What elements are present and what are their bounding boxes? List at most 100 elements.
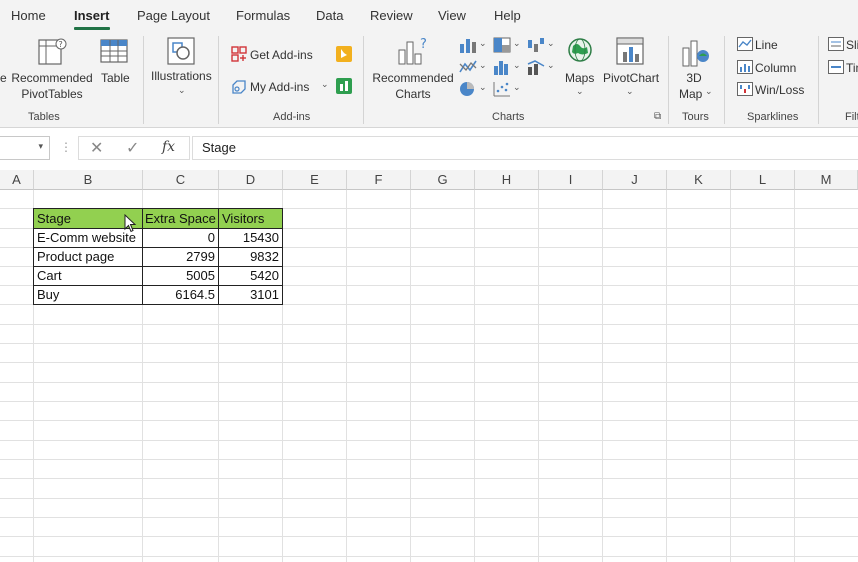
tab-insert[interactable]: Insert: [74, 8, 109, 23]
tab-data[interactable]: Data: [316, 8, 343, 23]
column-header-k[interactable]: K: [667, 170, 731, 190]
gridline: [0, 536, 858, 537]
formula-input[interactable]: Stage: [192, 136, 858, 160]
border-line: [282, 208, 283, 305]
chevron-down-icon[interactable]: ⌄: [513, 38, 521, 49]
chevron-down-icon[interactable]: ⌄: [479, 60, 487, 71]
column-header-c[interactable]: C: [143, 170, 219, 190]
cancel-icon[interactable]: ✕: [90, 138, 103, 158]
ribbon-fragment: e: [0, 71, 7, 85]
line-chart-icon[interactable]: [458, 58, 478, 76]
timeline-label: Tin: [846, 61, 858, 75]
border-line: [33, 208, 283, 209]
group-label-charts: Charts: [492, 111, 525, 123]
gridline: [0, 343, 858, 344]
combo-chart-icon[interactable]: [526, 58, 546, 76]
gridline: [538, 190, 539, 562]
tab-view[interactable]: View: [438, 8, 466, 23]
cell-extra-space[interactable]: 6164.5: [143, 285, 218, 304]
scatter-chart-icon[interactable]: [492, 80, 512, 98]
chevron-down-icon[interactable]: ⌄: [479, 38, 487, 49]
chevron-down-icon[interactable]: ⌄: [513, 60, 521, 71]
group-label-addins: Add-ins: [273, 111, 311, 123]
group-label-tours: Tours: [682, 111, 709, 123]
column-header-j[interactable]: J: [603, 170, 667, 190]
header-cell-extra-space[interactable]: Extra Space: [143, 209, 218, 228]
border-line: [33, 304, 283, 305]
3d-map-label-1: 3D: [686, 71, 702, 85]
cell-extra-space[interactable]: 5005: [143, 266, 218, 285]
group-divider: [143, 36, 144, 124]
gridline: [666, 190, 667, 562]
border-line: [33, 228, 283, 229]
ribbon-tab-bar: Home Insert Page Layout Formulas Data Re…: [0, 0, 858, 32]
group-divider: [363, 36, 364, 124]
active-tab-indicator: [74, 27, 110, 30]
cell-extra-space[interactable]: 0: [143, 228, 218, 247]
pie-chart-icon[interactable]: [458, 80, 478, 98]
border-line: [33, 208, 34, 305]
column-header-i[interactable]: I: [539, 170, 603, 190]
column-chart-icon[interactable]: [458, 36, 478, 54]
column-header-g[interactable]: G: [411, 170, 475, 190]
people-graph-icon: [336, 78, 352, 94]
tab-formulas[interactable]: Formulas: [236, 8, 290, 23]
column-header-a[interactable]: A: [0, 170, 34, 190]
cell-stage[interactable]: Cart: [34, 266, 142, 285]
tab-help[interactable]: Help: [494, 8, 521, 23]
dialog-launcher-icon[interactable]: ⧉: [654, 111, 661, 122]
column-header-m[interactable]: M: [795, 170, 858, 190]
slicer-icon: [828, 37, 844, 51]
column-header-h[interactable]: H: [475, 170, 539, 190]
tab-home[interactable]: Home: [11, 8, 46, 23]
cell-extra-space[interactable]: 2799: [143, 247, 218, 266]
chevron-down-icon[interactable]: ⌄: [513, 82, 521, 93]
header-cell-visitors[interactable]: Visitors: [219, 209, 282, 228]
tab-page-layout[interactable]: Page Layout: [137, 8, 210, 23]
my-addins-icon: [232, 80, 246, 94]
insert-function-icon[interactable]: fx: [162, 139, 175, 155]
column-header-d[interactable]: D: [219, 170, 283, 190]
timeline-icon: [828, 60, 844, 74]
cell-visitors[interactable]: 9832: [219, 247, 282, 266]
waterfall-chart-icon[interactable]: [526, 36, 546, 54]
column-header-b[interactable]: B: [34, 170, 143, 190]
gridline: [730, 190, 731, 562]
resize-handle-icon[interactable]: ⋮: [60, 140, 72, 154]
chevron-down-icon: ⌄: [705, 86, 713, 96]
gridline: [0, 440, 858, 441]
statistic-chart-icon[interactable]: [492, 58, 512, 76]
border-line: [142, 208, 143, 305]
name-box[interactable]: ▾: [0, 136, 50, 160]
gridline: [474, 190, 475, 562]
chevron-down-icon[interactable]: ⌄: [479, 82, 487, 93]
column-header-f[interactable]: F: [347, 170, 411, 190]
formula-bar-spacer: [0, 162, 858, 170]
cell-visitors[interactable]: 15430: [219, 228, 282, 247]
gridline: [0, 459, 858, 460]
store-icon: [231, 46, 247, 62]
chevron-down-icon[interactable]: ⌄: [547, 60, 555, 71]
cell-visitors[interactable]: 5420: [219, 266, 282, 285]
group-divider: [218, 36, 219, 124]
cell-visitors[interactable]: 3101: [219, 285, 282, 304]
column-header-e[interactable]: E: [283, 170, 347, 190]
hierarchy-chart-icon[interactable]: [492, 36, 512, 54]
cell-stage[interactable]: Buy: [34, 285, 142, 304]
chevron-down-icon[interactable]: ▾: [38, 141, 43, 152]
enter-check-icon[interactable]: ✓: [126, 138, 139, 158]
3d-map-icon: [682, 40, 709, 67]
pivotchart-icon: [616, 37, 644, 65]
formula-buttons: ✕ ✓ fx: [78, 136, 190, 160]
maps-label: Maps: [565, 71, 595, 85]
gridline: [0, 324, 858, 325]
svg-text:?: ?: [59, 40, 63, 49]
chevron-down-icon[interactable]: ⌄: [547, 38, 555, 49]
tab-review[interactable]: Review: [370, 8, 413, 23]
cell-stage[interactable]: Product page: [34, 247, 142, 266]
gridline: [0, 478, 858, 479]
recommended-pivottables-label-2: PivotTables: [21, 87, 83, 101]
column-header-l[interactable]: L: [731, 170, 795, 190]
chevron-down-icon: ⌄: [576, 86, 584, 96]
my-addins-label: My Add-ins: [250, 80, 310, 94]
